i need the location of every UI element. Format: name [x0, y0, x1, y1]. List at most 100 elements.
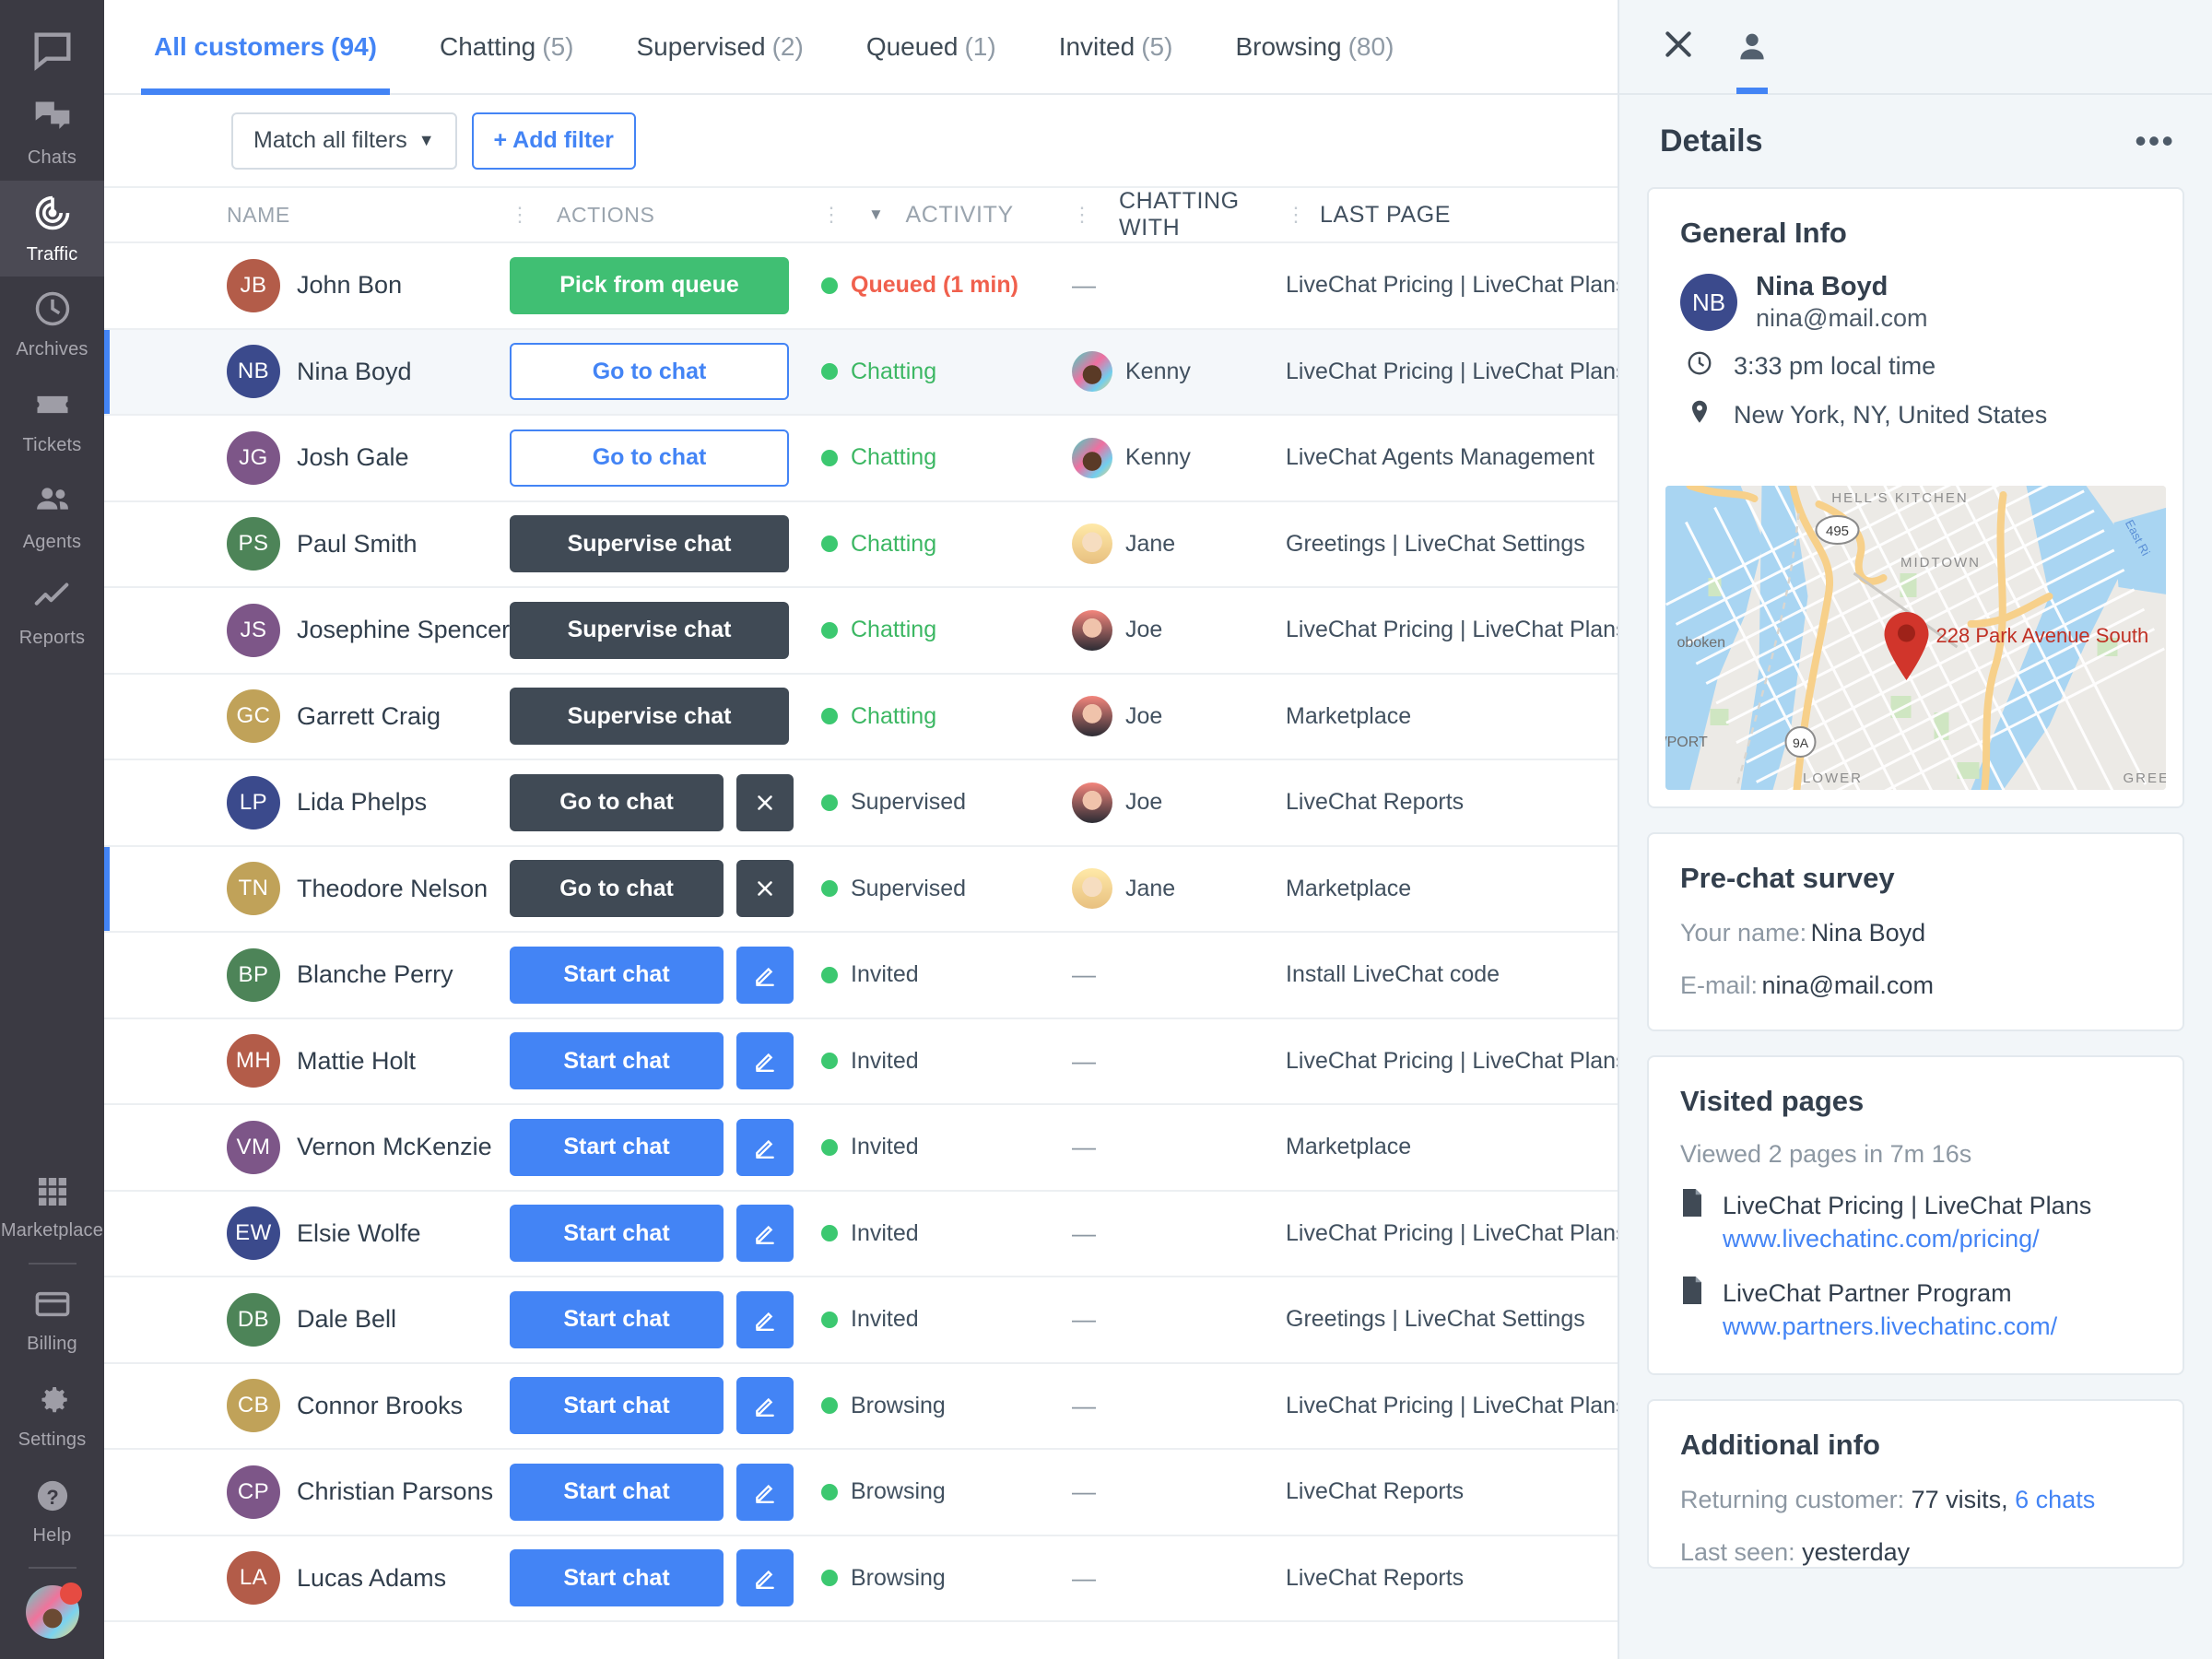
- sidebar-item-marketplace[interactable]: Marketplace: [0, 1159, 104, 1255]
- table-row[interactable]: TN Theodore Nelson Go to chat Supervised Jan…: [104, 846, 1618, 933]
- table-row[interactable]: MH Mattie Holt Start chat Invited — LiveChat …: [104, 1019, 1618, 1105]
- last-page-cell: LiveChat Pricing | LiveChat Plans - Cu: [1286, 617, 1618, 643]
- last-page-cell: LiveChat Pricing | LiveChat Plans - Cu: [1286, 1392, 1618, 1418]
- tab-supervised[interactable]: Supervised (2): [606, 0, 835, 93]
- table-row[interactable]: LA Lucas Adams Start chat Browsing — LiveChat…: [104, 1536, 1618, 1622]
- primary-action-button[interactable]: Start chat: [510, 1463, 724, 1521]
- column-grip-icon[interactable]: ⋮: [821, 203, 841, 227]
- primary-action-button[interactable]: Start chat: [510, 1549, 724, 1607]
- primary-action-button[interactable]: Start chat: [510, 1118, 724, 1176]
- column-header-chatting-with[interactable]: ⋮ CHATTING WITH: [1072, 188, 1286, 241]
- sidebar-item-archives[interactable]: Archives: [0, 276, 104, 372]
- primary-action-button[interactable]: Go to chat: [510, 343, 789, 401]
- visited-page-item[interactable]: LiveChat Partner Program www.partners.li…: [1649, 1256, 2183, 1373]
- svg-text:?: ?: [46, 1486, 58, 1509]
- edit-invitation-button[interactable]: [736, 1377, 794, 1435]
- table-row[interactable]: EW Elsie Wolfe Start chat Invited — LiveChat …: [104, 1192, 1618, 1277]
- sidebar-item-chats[interactable]: Chats: [0, 85, 104, 181]
- tab-label: Supervised: [636, 31, 766, 61]
- primary-action-button[interactable]: Start chat: [510, 1205, 724, 1263]
- primary-action-button[interactable]: Pick from queue: [510, 256, 789, 314]
- avatar: LP: [227, 775, 280, 830]
- table-row[interactable]: BP Blanche Perry Start chat Invited — Install…: [104, 933, 1618, 1019]
- actions-cell: Go to chat: [510, 343, 821, 401]
- primary-action-button[interactable]: Start chat: [510, 946, 724, 1004]
- page-icon: [1680, 1276, 1704, 1344]
- table-row[interactable]: JS Josephine Spencer Supervise chat Chattin…: [104, 588, 1618, 675]
- survey-heading: Pre-chat survey: [1680, 862, 1895, 894]
- table-row[interactable]: JG Josh Gale Go to chat Chatting Kenny LiveCh…: [104, 416, 1618, 502]
- column-grip-icon[interactable]: ⋮: [1286, 203, 1306, 227]
- tab-browsing[interactable]: Browsing (80): [1204, 0, 1425, 93]
- tab-chatting[interactable]: Chatting (5): [408, 0, 606, 93]
- table-row[interactable]: JB John Bon Pick from queue Queued (1 min) —…: [104, 243, 1618, 330]
- sidebar-item-traffic[interactable]: Traffic: [0, 181, 104, 276]
- table-row[interactable]: PS Paul Smith Supervise chat Chatting Jane Gr…: [104, 502, 1618, 588]
- primary-action-button[interactable]: Supervise chat: [510, 601, 789, 659]
- primary-action-button[interactable]: Supervise chat: [510, 688, 789, 746]
- edit-invitation-button[interactable]: [736, 1549, 794, 1607]
- primary-action-button[interactable]: Start chat: [510, 1032, 724, 1090]
- table-row[interactable]: VM Vernon McKenzie Start chat Invited — Marke…: [104, 1105, 1618, 1192]
- table-row[interactable]: NB Nina Boyd Go to chat Chatting Kenny LiveCh…: [104, 329, 1618, 416]
- close-icon[interactable]: [1660, 26, 1697, 67]
- tab-label: Invited: [1058, 31, 1135, 61]
- add-filter-button[interactable]: + Add filter: [471, 112, 636, 170]
- status-dot-icon: [821, 880, 838, 898]
- sidebar-item-billing[interactable]: Billing: [0, 1272, 104, 1368]
- table-row[interactable]: CB Connor Brooks Start chat Browsing — LiveCh…: [104, 1364, 1618, 1450]
- status-badge: [59, 1583, 82, 1605]
- visited-page-item[interactable]: LiveChat Pricing | LiveChat Plans www.li…: [1649, 1169, 2183, 1256]
- column-header-activity[interactable]: ⋮ ▼ ACTIVITY: [821, 202, 1072, 229]
- sidebar-item-agents[interactable]: Agents: [0, 468, 104, 564]
- close-supervision-button[interactable]: [736, 773, 794, 831]
- sidebar-item-settings[interactable]: Settings: [0, 1368, 104, 1464]
- primary-action-button[interactable]: Go to chat: [510, 773, 724, 831]
- sort-descending-icon[interactable]: ▼: [868, 206, 884, 224]
- last-page-cell: LiveChat Reports: [1286, 1478, 1465, 1505]
- billing-icon: [33, 1285, 72, 1328]
- visited-page-url[interactable]: www.livechatinc.com/pricing/: [1723, 1222, 2091, 1255]
- table-row[interactable]: GC Garrett Craig Supervise chat Chatting Joe…: [104, 675, 1618, 760]
- primary-action-button[interactable]: Supervise chat: [510, 515, 789, 573]
- tab-all-customers[interactable]: All customers (94): [123, 0, 408, 95]
- close-supervision-button[interactable]: [736, 860, 794, 918]
- visited-page-url[interactable]: www.partners.livechatinc.com/: [1723, 1310, 2057, 1343]
- edit-invitation-button[interactable]: [736, 1205, 794, 1263]
- general-info-card: General Info NB Nina Boyd nina@mail.com …: [1647, 187, 2184, 808]
- sidebar-item-reports[interactable]: Reports: [0, 564, 104, 660]
- current-user-avatar[interactable]: [25, 1583, 82, 1639]
- match-all-filters-dropdown[interactable]: Match all filters ▼: [231, 112, 457, 170]
- primary-action-button[interactable]: Start chat: [510, 1377, 724, 1435]
- table-row[interactable]: DB Dale Bell Start chat Invited — Greetings |…: [104, 1277, 1618, 1364]
- empty-value: —: [1072, 1305, 1096, 1334]
- person-tab-icon[interactable]: [1734, 0, 1771, 94]
- livechat-logo-icon[interactable]: [0, 17, 104, 85]
- column-header-name[interactable]: NAME: [227, 203, 510, 228]
- customer-name: Blanche Perry: [297, 960, 453, 989]
- column-header-actions[interactable]: ⋮ ACTIONS: [510, 203, 821, 228]
- customer-name: Lida Phelps: [297, 788, 428, 817]
- column-grip-icon[interactable]: ⋮: [1072, 203, 1092, 227]
- column-header-last-page[interactable]: ⋮ LAST PAGE: [1286, 202, 1618, 229]
- more-options-icon[interactable]: •••: [2135, 124, 2175, 158]
- table-row[interactable]: CP Christian Parsons Start chat Browsing — Li…: [104, 1450, 1618, 1536]
- edit-invitation-button[interactable]: [736, 1290, 794, 1348]
- edit-invitation-button[interactable]: [736, 946, 794, 1004]
- tab-invited[interactable]: Invited (5): [1028, 0, 1205, 93]
- tab-queued[interactable]: Queued (1): [835, 0, 1028, 93]
- edit-invitation-button[interactable]: [736, 1118, 794, 1176]
- primary-action-button[interactable]: Go to chat: [510, 860, 724, 918]
- avatar: NB: [1680, 274, 1737, 331]
- column-grip-icon[interactable]: ⋮: [510, 203, 530, 227]
- primary-action-button[interactable]: Go to chat: [510, 429, 789, 487]
- activity-cell: Invited: [821, 1306, 1072, 1333]
- chats-link[interactable]: 6 chats: [2015, 1486, 2095, 1513]
- sidebar-item-help[interactable]: ? Help: [0, 1464, 104, 1559]
- edit-invitation-button[interactable]: [736, 1463, 794, 1521]
- edit-invitation-button[interactable]: [736, 1032, 794, 1090]
- location-map[interactable]: 495 9A HELL'S KITCHEN MIDTOWN LOWER obok…: [1665, 486, 2166, 790]
- table-row[interactable]: LP Lida Phelps Go to chat Supervised Joe Live…: [104, 760, 1618, 847]
- primary-action-button[interactable]: Start chat: [510, 1290, 724, 1348]
- sidebar-item-tickets[interactable]: Tickets: [0, 372, 104, 468]
